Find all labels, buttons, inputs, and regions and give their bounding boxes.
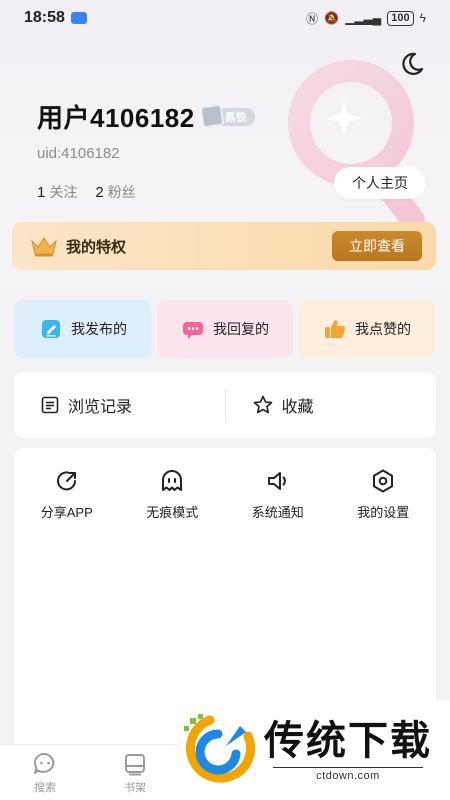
tab-bookshelf[interactable]: 书架 (90, 745, 180, 800)
level-badge: 黑铁 (199, 103, 255, 128)
username: 用户4106182 (37, 103, 195, 133)
system-notification-button[interactable]: 系统通知 (225, 468, 331, 521)
history-favorites-card: 浏览记录 收藏 (14, 372, 436, 438)
status-bar: 18:58 Ⓝ 🔕 ▁▂▃▄ 100 ϟ (0, 0, 450, 36)
fans-label: 粉丝 (107, 184, 136, 200)
thumbs-up-icon (325, 320, 346, 338)
quick-actions: 我发布的 我回复的 我点赞的 (15, 300, 435, 358)
crown-icon (31, 237, 57, 257)
quick-action-label: 我回复的 (213, 321, 269, 337)
tool-label: 系统通知 (251, 505, 304, 520)
chat-search-icon (33, 752, 55, 774)
battery-indicator: 100 (387, 10, 414, 26)
charging-icon: ϟ (419, 11, 426, 25)
history-button[interactable]: 浏览记录 (14, 372, 225, 438)
star-icon (253, 395, 272, 414)
username-row: 用户4106182 黑铁 (37, 98, 255, 135)
nfc-icon: Ⓝ (306, 11, 319, 26)
tool-label: 分享APP (40, 505, 93, 520)
level-badge-label: 黑铁 (224, 111, 247, 124)
signal-icon: ▁▂▃▄ (345, 11, 382, 25)
tab-label: 书架 (124, 781, 146, 794)
edit-note-icon (42, 320, 60, 338)
speaker-icon (267, 472, 286, 490)
watermark-title: 传统下载 (264, 718, 432, 763)
following-label: 关注 (49, 184, 78, 200)
app-notification-icon (70, 12, 87, 24)
my-posts-button[interactable]: 我发布的 (15, 300, 151, 358)
tab-search[interactable]: 搜索 (0, 745, 90, 800)
share-app-button[interactable]: 分享APP (14, 468, 120, 521)
tool-label: 无痕模式 (146, 505, 199, 520)
tools-grid: 分享APP 无痕模式 系统通知 我的设置 (14, 448, 436, 521)
site-watermark: 传统下载 ctdown.com (178, 700, 450, 800)
history-label: 浏览记录 (68, 399, 133, 416)
mute-icon: 🔕 (324, 11, 340, 25)
privilege-banner[interactable]: 我的特权 立即查看 (12, 222, 436, 270)
favorites-label: 收藏 (281, 399, 314, 416)
my-replies-button[interactable]: 我回复的 (157, 300, 293, 358)
user-uid: uid:4106182 (37, 145, 120, 162)
following-count: 1 (37, 184, 46, 201)
quick-action-label: 我点赞的 (355, 321, 411, 337)
quick-action-label: 我发布的 (71, 321, 127, 337)
favorites-button[interactable]: 收藏 (226, 372, 437, 438)
homepage-button[interactable]: 个人主页 (334, 167, 426, 199)
tab-label: 搜索 (34, 781, 56, 794)
share-icon (56, 471, 76, 491)
incognito-mode-button[interactable]: 无痕模式 (120, 468, 226, 521)
privilege-title: 我的特权 (66, 238, 127, 256)
bookshelf-icon (125, 753, 145, 775)
watermark-url: ctdown.com (273, 766, 423, 782)
following-stat[interactable]: 1 关注 (37, 182, 77, 202)
ghost-icon (162, 470, 183, 491)
tool-label: 我的设置 (357, 505, 410, 520)
status-time: 18:58 (24, 9, 65, 26)
fans-count: 2 (95, 184, 104, 201)
watermark-text: 传统下载 ctdown.com (264, 719, 432, 782)
follow-stats: 1 关注 2 粉丝 (37, 182, 136, 202)
moon-icon[interactable] (398, 50, 426, 78)
watermark-logo-icon (184, 714, 256, 783)
list-doc-icon (41, 396, 59, 414)
my-likes-button[interactable]: 我点赞的 (299, 300, 435, 358)
settings-hex-icon (373, 469, 394, 493)
fans-stat[interactable]: 2 粉丝 (95, 182, 135, 202)
my-settings-button[interactable]: 我的设置 (331, 468, 437, 521)
view-privilege-button[interactable]: 立即查看 (332, 231, 422, 261)
chat-bubble-icon (183, 322, 203, 339)
level-badge-icon (199, 103, 225, 128)
status-indicators: Ⓝ 🔕 ▁▂▃▄ 100 ϟ (306, 10, 426, 27)
